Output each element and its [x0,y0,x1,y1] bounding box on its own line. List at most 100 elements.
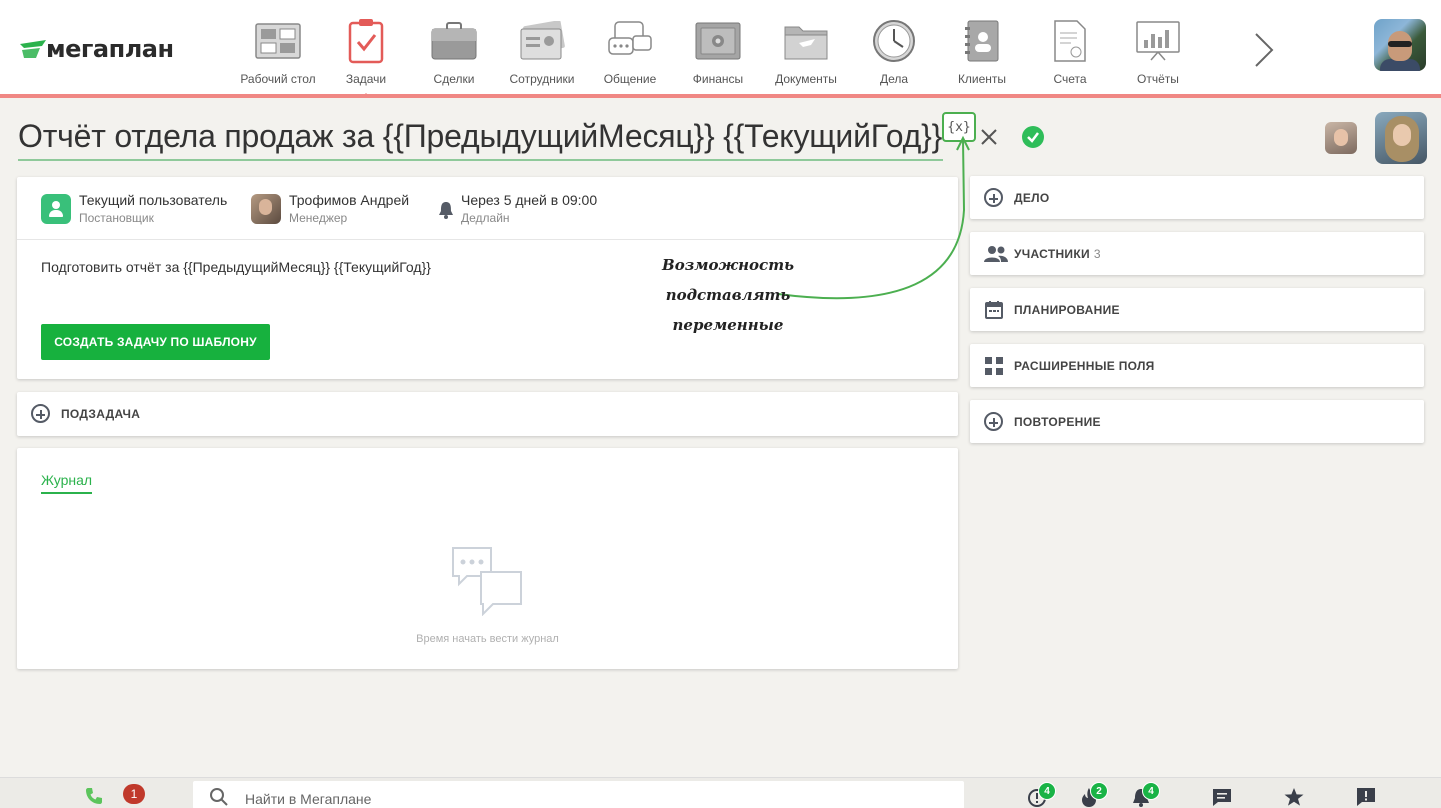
briefcase-icon [431,18,477,64]
task-title-input[interactable]: Отчёт отдела продаж за {{ПредыдущийМесяц… [18,118,943,161]
bell-icon [439,202,453,219]
favorites-button[interactable] [1283,786,1305,808]
folder-icon [783,18,829,64]
global-search-input[interactable]: Найти в Мегаплане [193,781,964,808]
sidebar-item-extended-fields[interactable]: РАСШИРЕННЫЕ ПОЛЯ [970,344,1424,387]
chevron-right-icon[interactable] [1250,30,1276,70]
sidebar-item-repeat[interactable]: ПОВТОРЕНИЕ [970,400,1424,443]
plus-circle-icon [984,412,1003,431]
deadline-block[interactable]: Через 5 дней в 09:00 Дедлайн [437,192,597,226]
nav-item-desktop[interactable]: Рабочий стол [234,0,322,94]
manager-avatar [251,194,281,224]
star-icon [1284,788,1304,806]
nav-item-affairs[interactable]: Дела [850,0,938,94]
nav-label: Дела [879,72,909,86]
create-task-from-template-button[interactable]: СОЗДАТЬ ЗАДАЧУ ПО ШАБЛОНУ [41,324,270,360]
nav-label: Счета [1053,72,1087,86]
sidebar-item-participants[interactable]: УЧАСТНИКИ 3 [970,232,1424,275]
annotation-line-2: переменные [672,316,784,334]
report-icon [1135,18,1181,64]
close-icon[interactable] [978,126,1000,148]
phone-icon[interactable] [84,786,104,806]
add-subtask-row[interactable]: ПОДЗАДАЧА [17,392,958,436]
sidebar-item-label: ДЕЛО [1014,191,1050,205]
tasks-icon [343,18,389,64]
sidebar-item-affair[interactable]: ДЕЛО [970,176,1424,219]
user-icon [41,194,71,224]
alerts-badge: 4 [1038,782,1056,800]
deadline-value: Через 5 дней в 09:00 [461,192,598,208]
nav-label: Задачи [345,72,387,86]
sidebar-item-label: УЧАСТНИКИ 3 [1014,247,1101,261]
desktop-icon [255,18,301,64]
sidebar-item-planning[interactable]: ПЛАНИРОВАНИЕ [970,288,1424,331]
people-icon [984,246,1008,262]
task-people-row: Текущий пользователь Постановщик Трофимо… [17,177,958,240]
nav-item-deals[interactable]: Сделки [410,0,498,94]
empty-chat-icon [452,547,522,616]
employees-icon [519,18,565,64]
manager-name: Трофимов Андрей [289,192,410,208]
participant-avatar[interactable] [1375,112,1427,164]
nav-item-chat[interactable]: Общение [586,0,674,94]
messages-button[interactable] [1211,786,1233,808]
nav-label: Документы [775,72,837,86]
search-placeholder: Найти в Мегаплане [245,791,372,807]
nav-item-tasks[interactable]: Задачи [322,0,410,98]
notifications-badge: 4 [1142,782,1160,800]
sidebar-item-label: РАСШИРЕННЫЕ ПОЛЯ [1014,359,1155,373]
nav-label: Сделки [433,72,475,86]
nav-label: Финансы [692,72,744,86]
clock-icon [871,18,917,64]
user-avatar[interactable] [1374,19,1426,71]
nav-item-invoices[interactable]: Счета [1026,0,1114,94]
nav-item-employees[interactable]: Сотрудники [498,0,586,94]
notifications-button[interactable]: 4 [1130,782,1160,808]
manager-block[interactable]: Трофимов Андрей Менеджер [251,192,409,226]
journal-card: Журнал Время начать вести журнал [17,448,958,669]
chat-icon [607,18,653,64]
safe-icon [695,18,741,64]
sidebar-item-label: ПЛАНИРОВАНИЕ [1014,303,1120,317]
nav-item-clients[interactable]: Клиенты [938,0,1026,94]
nav-item-finance[interactable]: Финансы [674,0,762,94]
invoice-icon [1047,18,1093,64]
deadline-label: Дедлайн [461,211,510,225]
calendar-icon [985,301,1003,319]
nav-label: Клиенты [957,72,1007,86]
nav-label: Рабочий стол [240,72,316,86]
logo-text: мегаплан [46,35,174,63]
nav-label: Общение [603,72,657,86]
nav-label: Сотрудники [509,72,575,86]
owner-name: Текущий пользователь [79,192,228,208]
top-navigation-bar: мегаплан Рабочий стол Задачи Сделки Сотр… [0,0,1441,98]
participant-avatar[interactable] [1325,122,1357,154]
owner-block[interactable]: Текущий пользователь Постановщик [41,192,227,226]
owner-role: Постановщик [79,211,154,225]
logo-mark-icon [20,40,46,58]
nav-item-documents[interactable]: Документы [762,0,850,94]
bottom-bar: 1 Найти в Мегаплане 4 2 4 [0,777,1441,808]
nav-label: Отчёты [1137,72,1179,86]
message-icon [1213,789,1231,806]
task-description[interactable]: Подготовить отчёт за {{ПредыдущийМесяц}}… [41,259,431,275]
subtask-label: ПОДЗАДАЧА [61,407,141,421]
nav-item-reports[interactable]: Отчёты [1114,0,1202,94]
feedback-button[interactable] [1355,786,1377,808]
megaplan-logo[interactable]: мегаплан [18,34,174,64]
alerts-button[interactable]: 4 [1026,782,1056,808]
missed-calls-badge[interactable]: 1 [123,784,145,804]
insert-variable-button[interactable]: {x} [942,112,976,142]
confirm-check-icon[interactable] [1022,126,1044,148]
tab-journal[interactable]: Журнал [41,472,93,494]
contacts-icon [959,18,1005,64]
annotation-note: Возможность подставлять переменные [600,250,856,340]
task-title-row: Отчёт отдела продаж за {{ПредыдущийМесяц… [18,112,1438,164]
participants-count: 3 [1093,247,1101,261]
hot-button[interactable]: 2 [1078,782,1108,808]
annotation-line-1: Возможность подставлять [662,256,794,304]
feedback-icon [1357,788,1375,806]
fields-icon [985,357,1003,375]
plus-circle-icon [984,188,1003,207]
manager-role: Менеджер [289,211,348,225]
